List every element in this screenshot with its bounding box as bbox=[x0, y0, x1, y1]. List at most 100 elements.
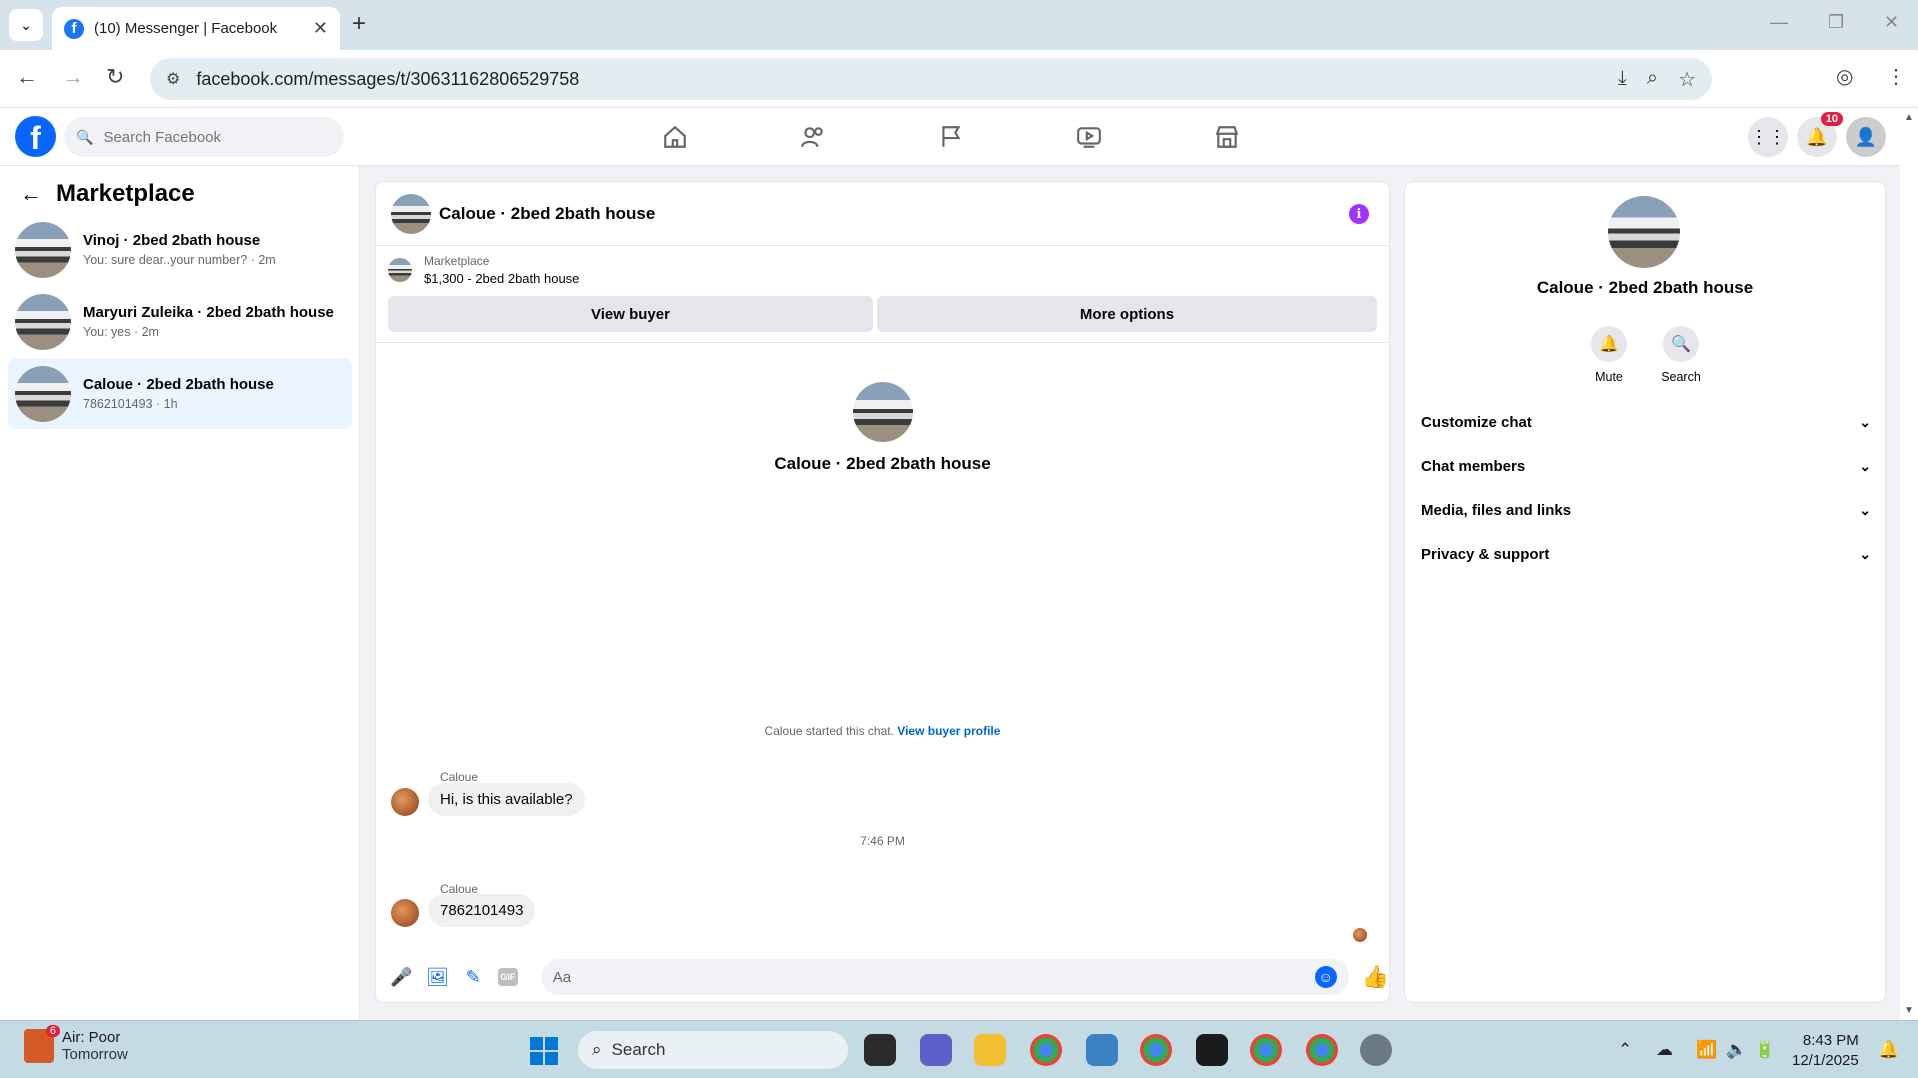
mute-action[interactable]: 🔔 Mute bbox=[1579, 326, 1639, 384]
home-icon[interactable] bbox=[620, 108, 730, 166]
browser-menu-icon[interactable]: ⋮ bbox=[1886, 64, 1906, 89]
view-buyer-profile-link[interactable]: View buyer profile bbox=[897, 724, 1000, 738]
settings-gear-icon[interactable] bbox=[1360, 1034, 1392, 1066]
address-bar[interactable]: ⚙ facebook.com/messages/t/30631162806529… bbox=[150, 58, 1712, 100]
listing-thumbnail bbox=[15, 293, 71, 350]
message-timestamp: 7:46 PM bbox=[860, 834, 905, 848]
snipping-tool-icon[interactable] bbox=[1086, 1034, 1118, 1066]
weather-line1: Air: Poor bbox=[62, 1029, 121, 1046]
close-tab-icon[interactable]: ✕ bbox=[313, 18, 328, 39]
back-icon[interactable]: ← bbox=[16, 64, 38, 90]
message-bubble[interactable]: 7862101493 bbox=[428, 894, 536, 927]
sender-avatar[interactable] bbox=[391, 788, 419, 816]
new-tab-button[interactable]: + bbox=[352, 10, 366, 38]
url-text[interactable]: facebook.com/messages/t/3063116280652975… bbox=[196, 69, 1618, 90]
gif-icon[interactable]: GIF bbox=[497, 968, 518, 986]
marketplace-icon[interactable] bbox=[1172, 108, 1282, 166]
chat-header-thumbnail[interactable] bbox=[391, 193, 431, 234]
capcut-icon[interactable] bbox=[1196, 1034, 1228, 1066]
chrome-profile-c-icon[interactable] bbox=[1306, 1034, 1338, 1066]
friends-icon[interactable] bbox=[758, 108, 868, 166]
tab-search-button[interactable]: ⌄ bbox=[9, 9, 43, 41]
taskbar-search[interactable]: ⌕ Search bbox=[578, 1031, 848, 1069]
page-scrollbar[interactable]: ▲ ▼ bbox=[1900, 108, 1918, 1020]
privacy-support-section[interactable]: Privacy & support ⌄ bbox=[1421, 546, 1871, 563]
menu-grid-icon[interactable]: ⋮⋮ bbox=[1748, 117, 1788, 157]
wifi-icon[interactable]: 📶 bbox=[1696, 1040, 1717, 1060]
chevron-down-icon: ⌄ bbox=[1859, 458, 1871, 474]
chrome-profile-a-icon[interactable] bbox=[1140, 1034, 1172, 1066]
started-text: Caloue started this chat. bbox=[764, 724, 894, 738]
profile-name: Caloue · 2bed 2bath house bbox=[774, 454, 991, 473]
clock-time: 8:43 PM bbox=[1802, 1032, 1859, 1049]
site-settings-icon[interactable]: ⚙ bbox=[166, 69, 180, 89]
pages-flag-icon[interactable] bbox=[896, 108, 1006, 166]
reload-icon[interactable]: ↻ bbox=[106, 64, 124, 90]
cloud-offline-icon[interactable]: ☁ bbox=[1656, 1040, 1673, 1060]
scroll-up-icon[interactable]: ▲ bbox=[1904, 112, 1914, 123]
search-action[interactable]: 🔍 Search bbox=[1651, 326, 1711, 384]
emoji-icon[interactable]: ☺ bbox=[1314, 966, 1337, 988]
volume-icon[interactable]: 🔈 bbox=[1726, 1040, 1747, 1060]
notification-center-bell-icon[interactable]: 🔔 bbox=[1878, 1040, 1899, 1060]
chat-title[interactable]: Caloue · 2bed 2bath house bbox=[439, 204, 655, 224]
message-input[interactable]: Aa ☺ bbox=[540, 959, 1349, 995]
divider bbox=[376, 342, 1389, 343]
listing-summary[interactable]: Marketplace $1,300 - 2bed 2bath house bbox=[388, 254, 579, 286]
details-thumbnail[interactable] bbox=[1608, 196, 1680, 268]
sticker-icon[interactable]: ✎ bbox=[462, 966, 485, 989]
zoom-icon[interactable]: ⌕ bbox=[1647, 67, 1658, 92]
message-input-placeholder: Aa bbox=[552, 968, 572, 986]
minimize-icon[interactable]: — bbox=[1770, 12, 1788, 33]
task-view-icon[interactable] bbox=[864, 1034, 896, 1066]
chevron-down-icon: ⌄ bbox=[1859, 414, 1871, 430]
media-files-links-section[interactable]: Media, files and links ⌄ bbox=[1421, 502, 1871, 519]
chat-members-section[interactable]: Chat members ⌄ bbox=[1421, 458, 1871, 475]
profile-icon[interactable]: ◎ bbox=[1836, 64, 1853, 89]
install-app-icon[interactable]: ⤓ bbox=[1618, 67, 1627, 92]
account-avatar[interactable]: 👤 bbox=[1846, 117, 1886, 157]
conversation-item[interactable]: Maryuri Zuleika · 2bed 2bath house You: … bbox=[8, 286, 352, 357]
customize-chat-section[interactable]: Customize chat ⌄ bbox=[1421, 414, 1871, 431]
restore-icon[interactable]: ❐ bbox=[1828, 12, 1844, 33]
chrome-profile-b-icon[interactable] bbox=[1250, 1034, 1282, 1066]
notification-count-badge: 10 bbox=[1820, 112, 1843, 126]
facebook-logo-icon[interactable]: f bbox=[15, 116, 56, 157]
conversation-item[interactable]: Vinoj · 2bed 2bath house You: sure dear.… bbox=[8, 214, 352, 285]
forward-icon[interactable]: → bbox=[62, 64, 84, 90]
show-hidden-icons-chevron-icon[interactable]: ⌃ bbox=[1618, 1040, 1632, 1060]
conversation-item-active[interactable]: Caloue · 2bed 2bath house 7862101493 · 1… bbox=[8, 358, 352, 429]
facebook-search[interactable]: 🔍 bbox=[64, 117, 344, 157]
weather-widget[interactable]: 6 Air: Poor Tomorrow bbox=[24, 1025, 128, 1063]
facebook-search-input[interactable] bbox=[103, 128, 324, 146]
teams-icon[interactable] bbox=[920, 1034, 952, 1066]
attach-image-icon[interactable]: 🖼 bbox=[426, 966, 449, 989]
thumbs-up-icon[interactable]: 👍 bbox=[1362, 964, 1389, 990]
system-clock[interactable]: 8:43 PM 12/1/2025 bbox=[1792, 1031, 1859, 1071]
start-button[interactable] bbox=[530, 1037, 558, 1065]
bookmark-star-icon[interactable]: ☆ bbox=[1678, 67, 1696, 92]
browser-toolbar: ← → ↻ ⚙ facebook.com/messages/t/30631162… bbox=[0, 50, 1918, 108]
marketplace-header: ← Marketplace bbox=[20, 180, 195, 208]
profile-thumbnail[interactable] bbox=[852, 382, 913, 442]
message-bubble[interactable]: Hi, is this available? bbox=[428, 783, 585, 816]
back-arrow-icon[interactable]: ← bbox=[20, 181, 42, 207]
weather-line2: Tomorrow bbox=[62, 1046, 128, 1063]
sender-avatar[interactable] bbox=[391, 899, 419, 927]
battery-icon[interactable]: 🔋 bbox=[1754, 1040, 1775, 1060]
more-options-button[interactable]: More options bbox=[877, 296, 1377, 332]
marketplace-title: Marketplace bbox=[56, 180, 195, 207]
file-explorer-icon[interactable] bbox=[974, 1034, 1006, 1066]
video-icon[interactable] bbox=[1034, 108, 1144, 166]
scroll-down-icon[interactable]: ▼ bbox=[1904, 1005, 1914, 1016]
browser-tab[interactable]: f (10) Messenger | Facebook ✕ bbox=[52, 7, 340, 50]
section-label: Customize chat bbox=[1421, 414, 1532, 431]
info-icon[interactable]: i bbox=[1349, 204, 1369, 224]
chrome-icon[interactable] bbox=[1030, 1034, 1062, 1066]
view-buyer-button[interactable]: View buyer bbox=[388, 296, 873, 332]
microphone-icon[interactable]: 🎤 bbox=[390, 966, 413, 989]
notifications-bell-icon[interactable]: 🔔 10 bbox=[1797, 112, 1843, 157]
chat-profile-summary: Caloue · 2bed 2bath house bbox=[376, 382, 1389, 474]
mute-label: Mute bbox=[1595, 370, 1623, 384]
close-window-icon[interactable]: ✕ bbox=[1884, 12, 1899, 33]
